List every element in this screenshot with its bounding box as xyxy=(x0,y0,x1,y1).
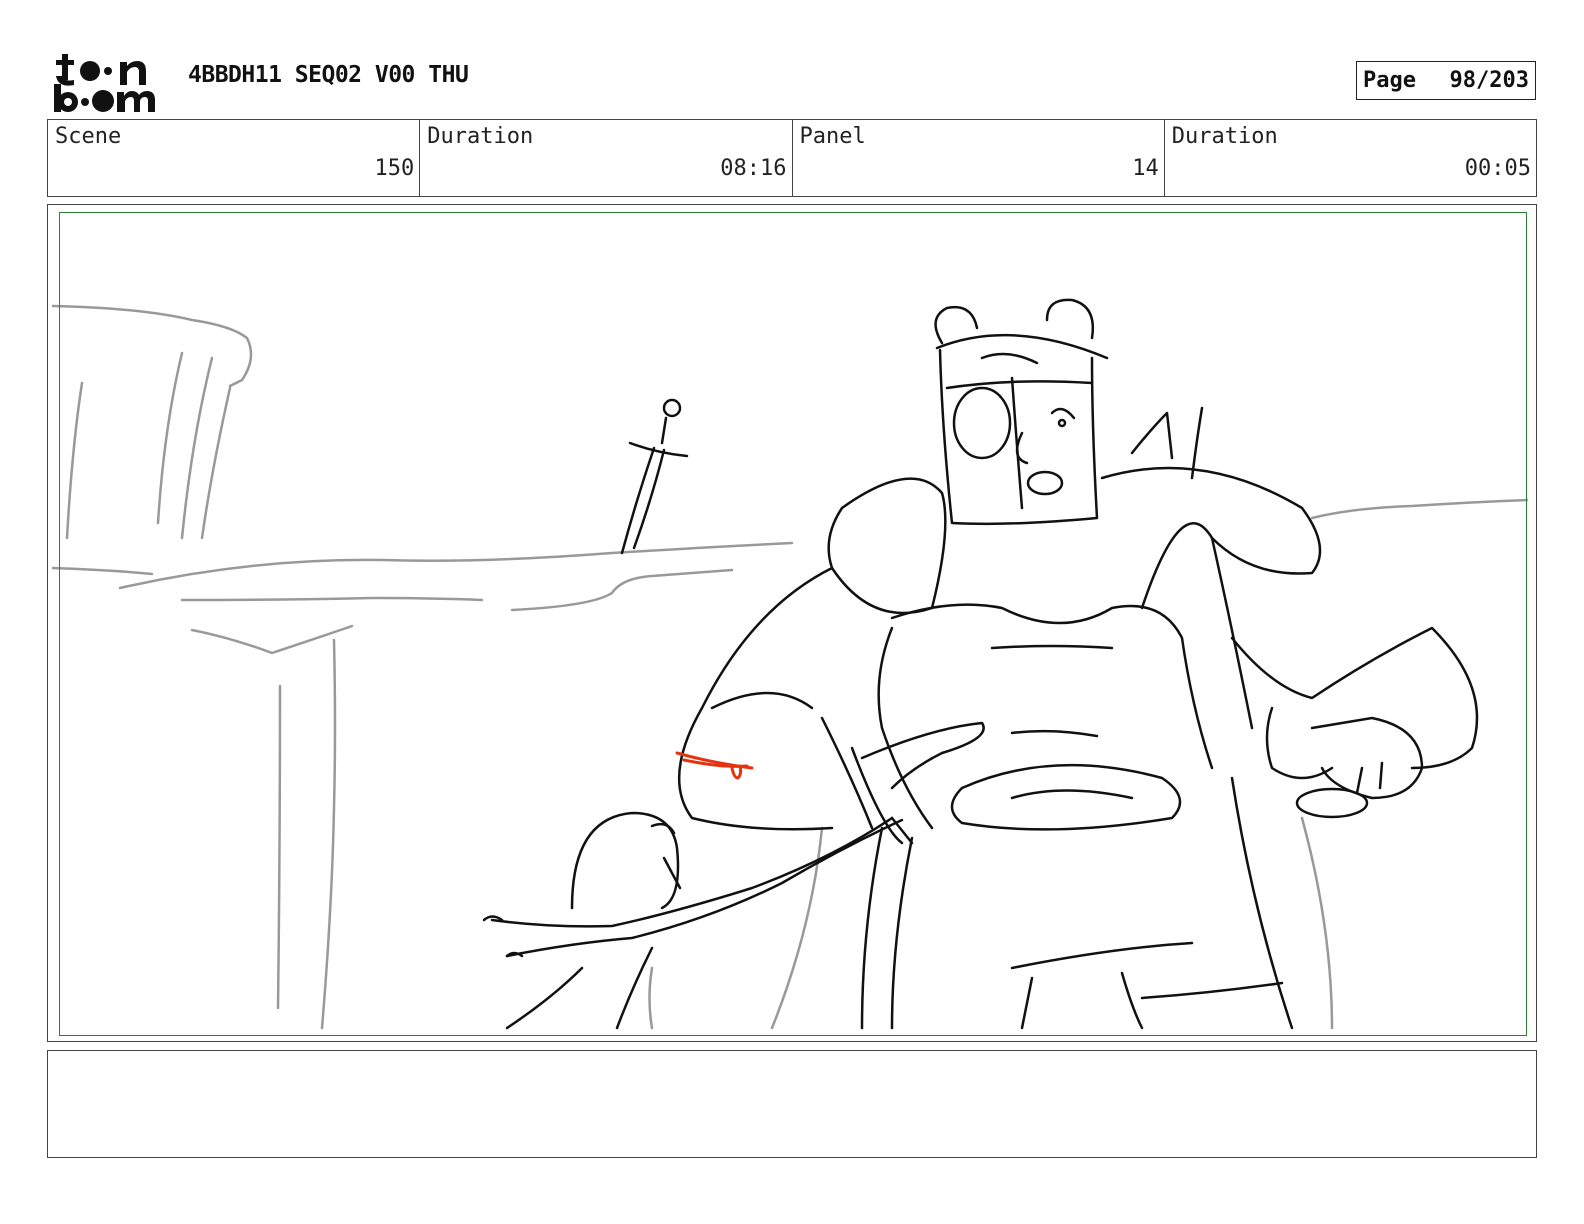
panel-duration-cell: Duration 00:05 xyxy=(1165,120,1536,196)
scene-cell: Scene 150 xyxy=(48,120,421,196)
panel-duration-value: 00:05 xyxy=(1464,156,1531,181)
scene-value: 150 xyxy=(374,156,415,181)
panel-notes-box xyxy=(47,1050,1537,1158)
panel-cell: Panel 14 xyxy=(793,120,1165,196)
page-number: 98/203 xyxy=(1449,68,1529,93)
scene-duration-label: Duration xyxy=(427,124,534,149)
panel-value: 14 xyxy=(1132,156,1159,181)
panel-label: Panel xyxy=(799,124,866,149)
panel-safe-area xyxy=(59,212,1527,1036)
scene-label: Scene xyxy=(55,124,122,149)
scene-duration-value: 08:16 xyxy=(720,156,787,181)
page-label: Page xyxy=(1363,68,1416,93)
panel-duration-label: Duration xyxy=(1171,124,1278,149)
scene-duration-cell: Duration 08:16 xyxy=(420,120,793,196)
toon-boom-logo xyxy=(54,54,155,112)
document-title: 4BBDH11 SEQ02 V00 THU xyxy=(188,62,469,88)
page-counter: Page 98/203 xyxy=(1356,61,1536,100)
scene-info-row: Scene 150 Duration 08:16 Panel 14 Durati… xyxy=(47,119,1537,197)
